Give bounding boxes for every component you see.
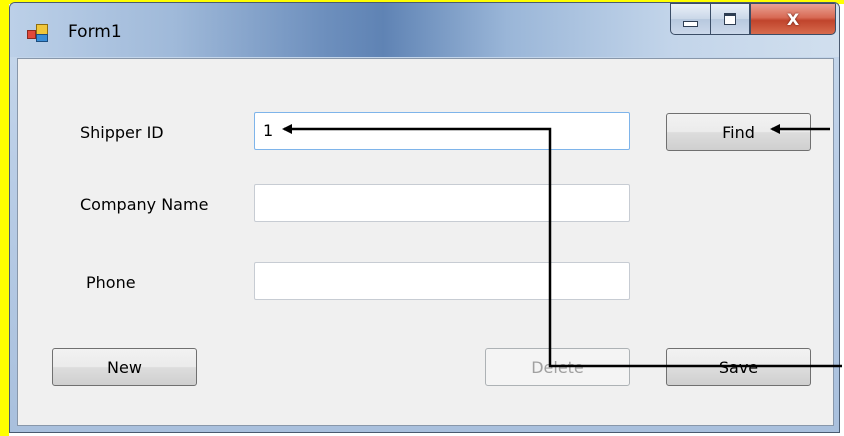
shipper-id-label: Shipper ID (80, 123, 164, 142)
form-client-area: Shipper ID 1 Find Company Name Phone New… (17, 58, 834, 426)
form-window: Form1 X Shipper ID 1 Find Company Name P… (9, 2, 840, 433)
phone-label: Phone (86, 273, 136, 292)
highlight-border-left (0, 0, 9, 436)
minimize-icon (683, 21, 698, 27)
app-icon[interactable] (27, 24, 48, 42)
phone-input[interactable] (254, 262, 630, 300)
new-button[interactable]: New (52, 348, 197, 386)
caption-buttons: X (670, 3, 836, 35)
find-button[interactable]: Find (666, 113, 811, 151)
company-name-label: Company Name (80, 195, 209, 214)
shipper-id-input[interactable]: 1 (254, 112, 630, 150)
minimize-button[interactable] (670, 3, 710, 35)
maximize-icon (724, 13, 736, 25)
close-button[interactable]: X (750, 3, 836, 35)
window-title: Form1 (68, 22, 122, 42)
close-icon: X (786, 9, 800, 29)
maximize-button[interactable] (710, 3, 750, 35)
delete-button: Delete (485, 348, 630, 386)
save-button[interactable]: Save (666, 348, 811, 386)
company-name-input[interactable] (254, 184, 630, 222)
title-bar[interactable]: Form1 X (10, 3, 839, 57)
